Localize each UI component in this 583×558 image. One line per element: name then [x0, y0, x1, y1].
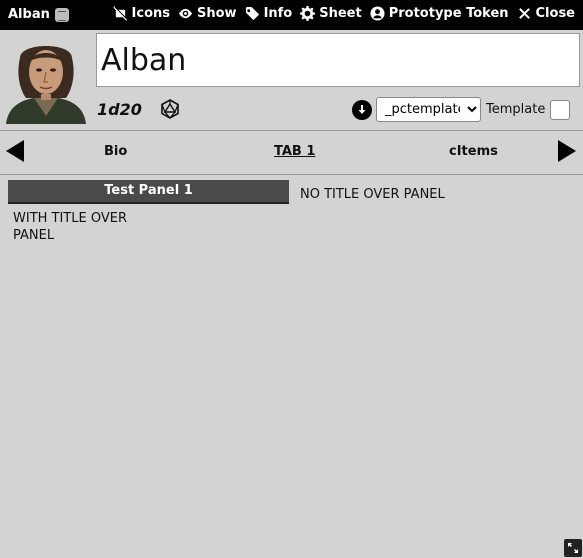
user-circle-icon — [370, 6, 385, 21]
divider-top — [0, 130, 583, 131]
close-icon — [517, 6, 532, 21]
sheet-button[interactable]: Sheet — [300, 6, 362, 21]
resize-handle-icon[interactable] — [564, 539, 582, 557]
show-button-label: Show — [197, 6, 237, 21]
portrait-image — [0, 36, 92, 124]
window-header: Alban Icons Show Info Sheet Prototype To… — [0, 0, 583, 30]
panel-title: Test Panel 1 — [8, 180, 289, 204]
character-name-input[interactable] — [96, 33, 580, 87]
template-checkbox[interactable] — [550, 100, 570, 120]
header-actions: Icons Show Info Sheet Prototype Token Cl… — [112, 6, 575, 21]
sheet-badge-icon — [54, 7, 69, 22]
eye-icon — [178, 6, 193, 21]
tab-prev-arrow-icon[interactable] — [6, 140, 24, 162]
divider-tabs — [0, 174, 583, 175]
gear-icon — [300, 6, 316, 21]
d20-icon[interactable] — [160, 99, 180, 119]
dice-formula: 1d20 — [97, 100, 142, 119]
download-template-icon[interactable] — [352, 100, 372, 120]
icons-button-label: Icons — [131, 6, 170, 21]
panel-body-untitled: NO TITLE OVER PANEL — [300, 187, 445, 202]
close-button[interactable]: Close — [517, 6, 575, 21]
tab-bio[interactable]: Bio — [104, 144, 127, 159]
sheet-button-label: Sheet — [319, 6, 362, 21]
tab-next-arrow-icon[interactable] — [558, 140, 576, 162]
window-title: Alban — [8, 7, 50, 22]
prototype-token-button[interactable]: Prototype Token — [370, 6, 509, 21]
icons-slash-icon — [112, 6, 128, 21]
template-select[interactable]: _pctemplate — [376, 97, 481, 122]
prototype-token-button-label: Prototype Token — [388, 6, 509, 21]
info-button[interactable]: Info — [245, 6, 293, 21]
template-label: Template — [486, 102, 546, 117]
icons-button[interactable]: Icons — [112, 6, 170, 21]
close-button-label: Close — [535, 6, 575, 21]
tag-icon — [245, 6, 260, 21]
panel-body-titled: WITH TITLE OVER PANEL — [13, 211, 127, 243]
info-button-label: Info — [263, 6, 293, 21]
tab-citems[interactable]: cItems — [449, 144, 498, 159]
character-portrait[interactable] — [0, 36, 92, 124]
tab-tab-1[interactable]: TAB 1 — [274, 144, 315, 159]
show-button[interactable]: Show — [178, 6, 237, 21]
window-title-group: Alban — [8, 7, 69, 22]
